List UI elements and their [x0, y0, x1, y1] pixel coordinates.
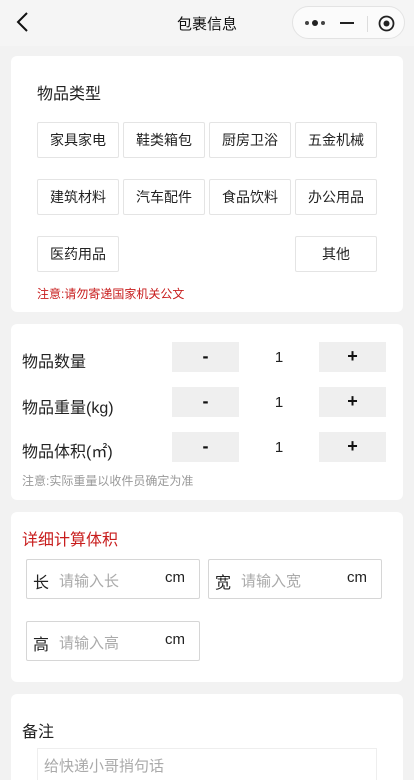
- type-option-food[interactable]: 食品饮料: [209, 179, 291, 215]
- height-unit: cm: [165, 631, 185, 648]
- length-label: 长: [33, 575, 50, 592]
- type-option-furniture[interactable]: 家具家电: [37, 122, 119, 158]
- item-type-title: 物品类型: [37, 86, 102, 103]
- weight-minus-button[interactable]: -: [172, 387, 239, 417]
- volume-calc-title: 详细计算体积: [22, 532, 119, 549]
- volume-value[interactable]: 1: [249, 439, 309, 456]
- volume-plus-button[interactable]: +: [319, 432, 386, 462]
- item-type-warning: 注意:请勿寄递国家机关公文: [37, 287, 185, 301]
- type-option-medical[interactable]: 医药用品: [37, 236, 119, 272]
- volume-minus-button[interactable]: -: [172, 432, 239, 462]
- nav-bar: 包裹信息: [0, 0, 414, 46]
- width-field[interactable]: 宽 请输入宽 cm: [208, 559, 382, 599]
- close-target-icon[interactable]: [378, 15, 395, 32]
- capsule-divider: [367, 16, 368, 32]
- height-field[interactable]: 高 请输入高 cm: [26, 621, 200, 661]
- weight-value[interactable]: 1: [249, 394, 309, 411]
- quantity-value[interactable]: 1: [249, 349, 309, 366]
- type-option-kitchen-bath[interactable]: 厨房卫浴: [209, 122, 291, 158]
- remark-input[interactable]: 给快递小哥捎句话: [37, 748, 377, 780]
- weight-note: 注意:实际重量以收件员确定为准: [22, 474, 194, 488]
- width-placeholder: 请输入宽: [241, 573, 302, 590]
- remark-title: 备注: [22, 724, 55, 741]
- more-dots-icon[interactable]: [303, 18, 329, 28]
- volume-label: 物品体积(㎡): [22, 444, 113, 461]
- type-option-shoes-bags[interactable]: 鞋类箱包: [123, 122, 205, 158]
- weight-plus-button[interactable]: +: [319, 387, 386, 417]
- height-placeholder: 请输入高: [59, 635, 120, 652]
- quantity-plus-button[interactable]: +: [319, 342, 386, 372]
- length-unit: cm: [165, 569, 185, 586]
- type-option-hardware[interactable]: 五金机械: [295, 122, 377, 158]
- remark-card: 备注 给快递小哥捎句话: [11, 694, 403, 780]
- type-option-office[interactable]: 办公用品: [295, 179, 377, 215]
- volume-calc-card: 详细计算体积 长 请输入长 cm 宽 请输入宽 cm 高 请输入高 cm: [11, 512, 403, 682]
- type-option-building[interactable]: 建筑材料: [37, 179, 119, 215]
- type-option-other[interactable]: 其他: [295, 236, 377, 272]
- weight-label: 物品重量(kg): [22, 400, 114, 417]
- item-type-card: 物品类型 家具家电 鞋类箱包 厨房卫浴 五金机械 建筑材料 汽车配件 食品饮料 …: [11, 56, 403, 312]
- quantity-card: 物品数量 - 1 + 物品重量(kg) - 1 + 物品体积(㎡) - 1 + …: [11, 324, 403, 500]
- length-field[interactable]: 长 请输入长 cm: [26, 559, 200, 599]
- length-placeholder: 请输入长: [59, 573, 120, 590]
- height-label: 高: [33, 637, 50, 654]
- type-option-auto-parts[interactable]: 汽车配件: [123, 179, 205, 215]
- quantity-label: 物品数量: [22, 354, 87, 371]
- minimize-icon[interactable]: [340, 22, 354, 24]
- mini-program-capsule: [292, 6, 405, 39]
- width-unit: cm: [347, 569, 367, 586]
- width-label: 宽: [215, 575, 232, 592]
- quantity-minus-button[interactable]: -: [172, 342, 239, 372]
